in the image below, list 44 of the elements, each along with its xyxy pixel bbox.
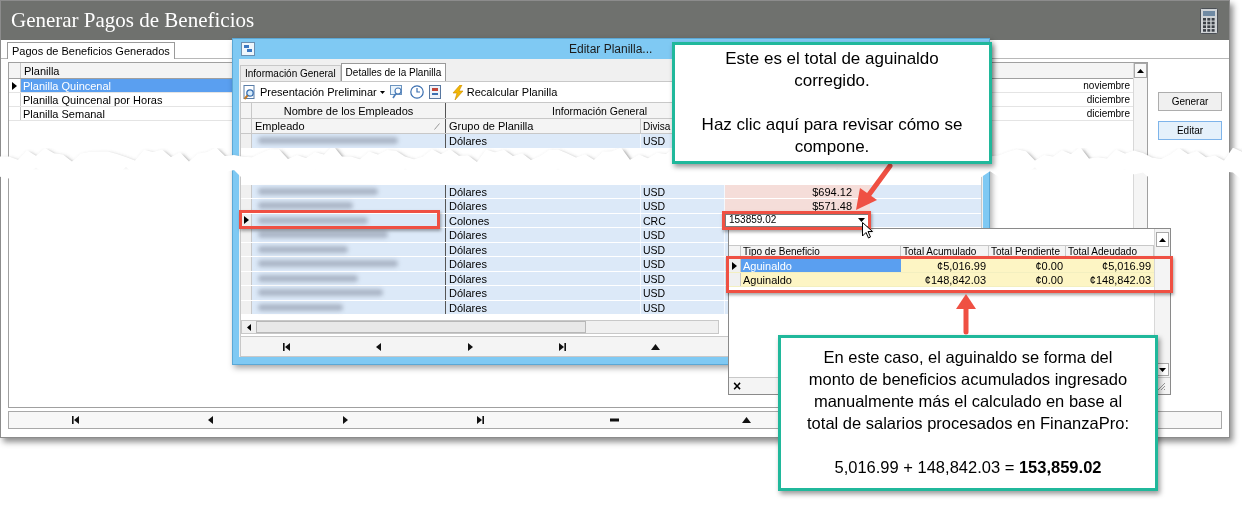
table-cell: ¢148,842.03 <box>1066 273 1154 286</box>
table-cell: USD <box>641 228 725 242</box>
column-band-header: Nombre de los Empleados <box>252 103 446 118</box>
column-header: Empleado <box>255 118 305 134</box>
table-cell: Dólares <box>446 184 641 198</box>
table-cell: USD <box>641 286 725 300</box>
table-cell: ¢148,842.03 <box>901 273 989 286</box>
table-cell: ¢0.00 <box>989 273 1066 286</box>
table-cell-text: noviembre <box>1083 79 1131 92</box>
column-header: Total Acumulado <box>901 246 989 258</box>
table-cell-text: diciembre <box>1086 93 1131 106</box>
recalculate-button[interactable]: Recalcular Planilla <box>451 83 558 101</box>
action-button[interactable]: Generar <box>1158 92 1222 111</box>
callout-text: En este caso, el aguinaldo se forma del monto de beneficios acumulados ingresado manualmente más el calculado en base al total de salarios procesados en FinanzaPro: <box>806 347 1130 434</box>
table-cell: USD <box>641 257 725 271</box>
table-cell: ¢5,016.99 <box>901 259 989 272</box>
table-cell-text: diciembre <box>1086 107 1131 120</box>
callout-text: Este es el total de aguinaldo corregido. <box>724 48 940 92</box>
action-button[interactable]: Editar <box>1158 121 1222 140</box>
close-button[interactable]: × <box>733 379 742 393</box>
table-cell: ¢5,016.99 <box>1066 259 1154 272</box>
tab[interactable]: Detalles de la Planilla <box>340 63 447 81</box>
preview-button[interactable]: Presentación Preliminar <box>243 83 385 101</box>
table-cell: Dólares <box>446 199 641 213</box>
callout-text: 5,016.99 + 148,842.03 = 153,859.02 <box>833 457 1103 478</box>
table-cell: $694.12 <box>725 184 870 198</box>
column-header: Total Pendiente <box>989 246 1066 258</box>
column-band-header: Información General <box>552 104 648 118</box>
table-cell: Dólares <box>446 228 641 242</box>
table-cell: USD <box>641 199 725 213</box>
column-header: Tipo de Beneficio <box>741 246 901 258</box>
window-title: Editar Planilla... <box>569 41 653 58</box>
table-cell: ¢0.00 <box>989 259 1066 272</box>
tab[interactable]: Información General <box>240 65 341 81</box>
column-header: Planilla <box>23 64 60 78</box>
table-cell: USD <box>641 184 725 198</box>
table-cell: Dólares <box>446 134 641 148</box>
table-cell: Dólares <box>446 257 641 271</box>
column-header: Grupo de Planilla <box>446 119 641 133</box>
table-cell[interactable]: Aguinaldo <box>741 273 901 286</box>
window-title: Generar Pagos de Beneficios <box>11 6 255 34</box>
tab[interactable]: Pagos de Beneficios Generados <box>7 42 175 59</box>
table-cell: Dólares <box>446 286 641 300</box>
column-header: Divisa <box>643 120 671 133</box>
